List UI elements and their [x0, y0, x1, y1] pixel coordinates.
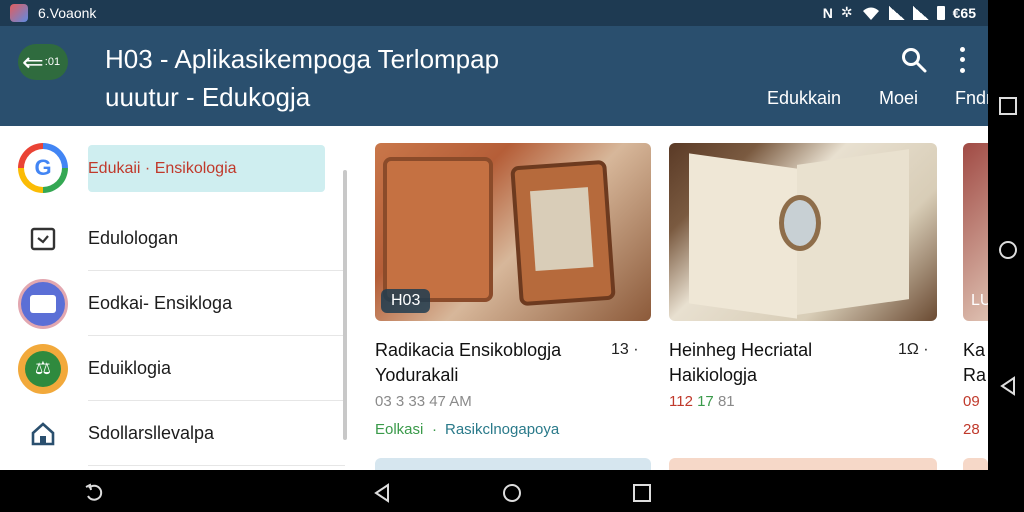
card-subtitle: Ra: [963, 365, 987, 385]
sidebar-item-label: Edulologan: [88, 228, 179, 248]
battery-text: €65: [952, 4, 976, 21]
sidebar-item-ensikologia[interactable]: G Edukaii · Ensikologia: [0, 136, 345, 201]
checkbox-icon: [18, 214, 68, 264]
settings-gear-icon: ✲: [840, 4, 853, 20]
sidebar-item-label: Sdollarsllevalpa: [88, 423, 215, 443]
status-bar: 6.Voaonk N ✲ €65: [0, 0, 988, 26]
card-badge: H03: [381, 289, 431, 313]
back-badge: :01: [44, 56, 61, 68]
card-subtitle: Yodurakali: [375, 365, 459, 385]
card-thumbnail: LU: [963, 143, 988, 321]
card-badge: LU: [971, 292, 988, 309]
sidebar-item-label: Eodkai- Ensikloga: [88, 293, 233, 313]
tab-moei[interactable]: Moei: [879, 88, 918, 109]
back-triangle-icon[interactable]: [372, 483, 392, 503]
next-row-card[interactable]: [669, 458, 937, 470]
sidebar-item-label: Edukaii · Ensikologia: [88, 159, 237, 177]
tab-edukkain[interactable]: Edukkain: [767, 88, 841, 109]
card-meta: 112 17 81: [669, 393, 735, 410]
system-nav-bottom: [0, 470, 988, 512]
scale-icon: ⚖: [18, 343, 68, 394]
page-subtitle: uuutur - Edukogja: [105, 82, 311, 112]
signal-icon: [888, 5, 905, 20]
card-thumbnail: [669, 143, 937, 321]
back-button[interactable]: ⇐ :01: [18, 44, 68, 80]
sidebar-item-ensikloga[interactable]: Eodkai- Ensikloga: [0, 271, 345, 336]
recents-square-icon[interactable]: [998, 96, 1018, 116]
sidebar-scrollbar[interactable]: [343, 170, 347, 440]
card-tag[interactable]: Rasikclnogapoya: [445, 421, 559, 438]
card-title: Ka: [963, 340, 986, 360]
card-subtitle: Haikiologja: [669, 365, 758, 385]
battery-icon: [936, 5, 945, 20]
signal-icon-2: [912, 5, 929, 20]
card-title: Radikacia Ensikoblogja: [375, 340, 562, 360]
card-count: 1Ω ·: [898, 341, 929, 358]
home-circle-icon[interactable]: [998, 240, 1018, 260]
sidebar-item-sdollarsllevalpa[interactable]: Sdollarsllevalpa: [0, 401, 345, 466]
card-tag[interactable]: Eolkasi: [375, 421, 423, 438]
meta-green-value: 17: [697, 393, 714, 410]
card-meta: 28: [963, 421, 980, 438]
meta-red-value: 112: [669, 393, 693, 410]
meta-rest-value: 81: [717, 393, 735, 410]
app-screen: 6.Voaonk N ✲ €65 ⇐ :01 H03 - Aplikasikem…: [0, 0, 988, 470]
card-count: 13 ·: [611, 341, 639, 358]
page-title: H03 - Aplikasikempoga Terlompap: [105, 44, 500, 74]
card-title: Heinheg Hecriatal: [669, 340, 813, 360]
tab-fndm[interactable]: Fndm: [955, 88, 988, 109]
arrow-left-icon: ⇐: [22, 47, 44, 77]
status-app-name: 6.Voaonk: [38, 5, 97, 21]
nfc-icon: N: [822, 4, 833, 21]
card-thumbnail: H03: [375, 143, 651, 321]
recents-square-icon[interactable]: [632, 483, 652, 503]
sidebar-item-label: Eduiklogia: [88, 358, 172, 378]
google-icon: G: [18, 143, 68, 193]
sidebar: G Edukaii · Ensikologia Edulologan Eodka…: [0, 126, 345, 470]
more-options-icon[interactable]: [950, 44, 974, 76]
card-icon: [18, 278, 68, 329]
sidebar-item-eduiklogia[interactable]: ⚖ Eduiklogia: [0, 336, 345, 401]
notification-app-icon: [10, 4, 28, 22]
search-icon[interactable]: [900, 46, 928, 74]
next-row-card[interactable]: [963, 458, 988, 470]
home-icon: [18, 409, 68, 459]
rotate-back-icon[interactable]: [84, 483, 104, 503]
app-bar: ⇐ :01 H03 - Aplikasikempoga Terlompap uu…: [0, 26, 988, 126]
card-meta: 09: [963, 393, 980, 410]
tag-separator: ·: [432, 421, 437, 438]
wifi-icon: [862, 7, 879, 20]
card-meta: 03 3 33 47 AM: [375, 393, 472, 410]
divider: [88, 465, 345, 466]
home-circle-icon[interactable]: [502, 483, 522, 503]
sidebar-item-edulologan[interactable]: Edulologan: [0, 206, 345, 271]
next-row-card[interactable]: [375, 458, 651, 470]
back-triangle-icon[interactable]: [998, 376, 1018, 396]
